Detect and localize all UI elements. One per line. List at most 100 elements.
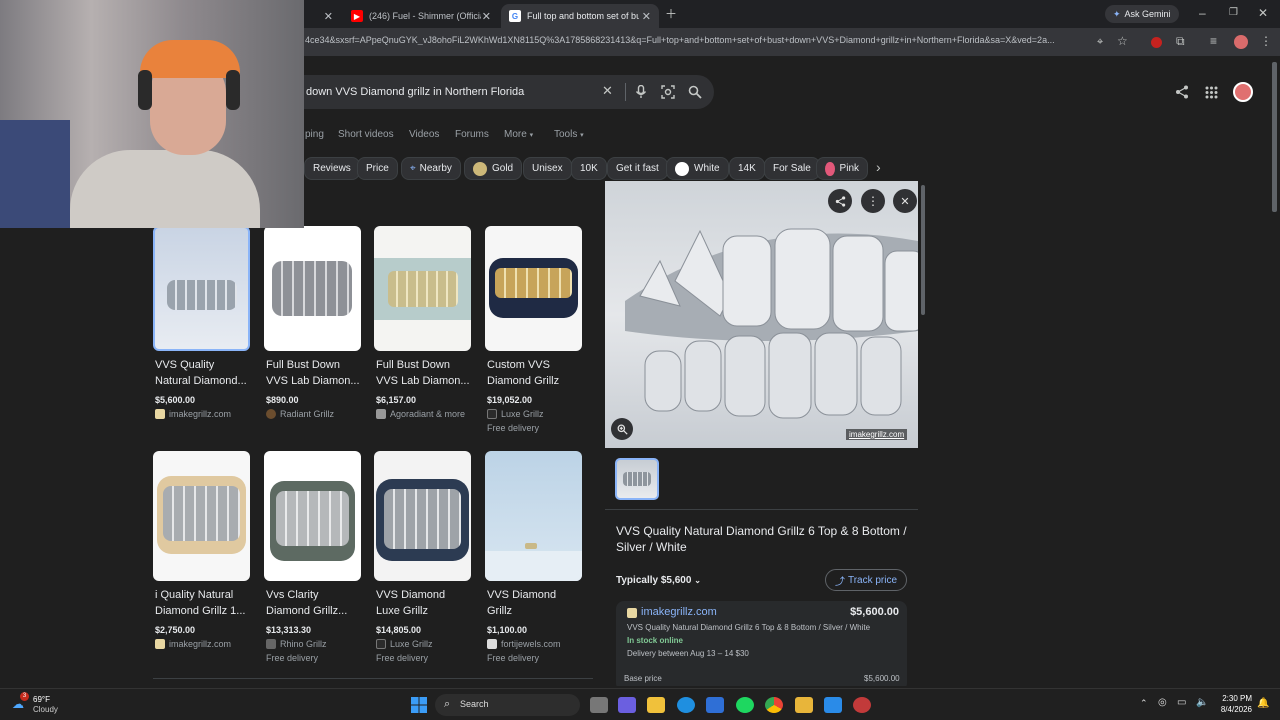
chip-pink[interactable]: Pink [816,157,868,180]
product-card[interactable]: Custom VVS Diamond Grillz $19,052.00 Lux… [485,226,583,433]
teams-icon[interactable] [618,697,636,713]
chip-10k[interactable]: 10K [571,157,607,180]
product-title[interactable]: Natural Diamond... [153,373,251,389]
search-icon[interactable] [688,85,702,99]
tray-app-icon[interactable]: ◎ [1158,697,1167,708]
apps-grid-icon[interactable] [1205,86,1218,99]
clock-time[interactable]: 2:30 PM [1218,694,1252,703]
search-box[interactable]: down VVS Diamond grillz in Northern Flor… [300,75,714,109]
volume-icon[interactable]: 🔈 [1196,697,1208,708]
product-image[interactable] [153,451,250,581]
product-card[interactable]: Vvs Clarity Diamond Grillz... $13,313.30… [264,451,362,663]
file-explorer-icon[interactable] [647,697,665,713]
app-icon[interactable] [795,697,813,713]
extensions-puzzle-icon[interactable]: ⧉ [1176,35,1185,47]
product-title[interactable]: Diamond Grillz... [264,603,362,619]
tab-forums[interactable]: Forums [455,129,489,140]
product-image[interactable] [374,226,471,351]
zoom-button[interactable] [611,418,633,440]
browser-tab-active[interactable]: G Full top and bottom set of bust ✕ [501,4,659,28]
ask-gemini-button[interactable]: ✦ Ask Gemini [1105,5,1179,23]
product-title[interactable]: VVS Quality [153,357,251,373]
product-title[interactable]: VVS Diamond [485,587,583,603]
restore-icon[interactable]: ❐ [1229,7,1238,19]
tab-videos[interactable]: Videos [409,129,439,140]
chip-price[interactable]: Price [357,157,398,180]
browser-menu-icon[interactable]: ⋮ [1260,35,1272,47]
product-title[interactable]: Full Bust Down [264,357,362,373]
product-card[interactable]: i Quality Natural Diamond Grillz 1... $2… [153,451,251,649]
extension-icon[interactable] [1151,37,1162,48]
image-share-button[interactable] [828,189,852,213]
clear-search-icon[interactable]: ✕ [602,84,613,97]
product-title[interactable]: Diamond Grillz 1... [153,603,251,619]
product-card[interactable]: VVS Diamond Luxe Grillz $14,805.00 Luxe … [374,451,472,663]
product-title[interactable]: VVS Lab Diamon... [374,373,472,389]
minimize-icon[interactable]: – [1199,7,1206,19]
weather-temp[interactable]: 69°F [33,695,50,704]
notification-bell-icon[interactable]: 🔔 [1257,698,1269,709]
product-title[interactable]: i Quality Natural [153,587,251,603]
chip-white[interactable]: White [666,157,729,180]
task-view-icon[interactable] [590,697,608,713]
product-title[interactable]: VVS Lab Diamon... [264,373,362,389]
offer-store-link[interactable]: imakegrillz.com [641,606,717,618]
window-close-icon[interactable]: ✕ [1258,7,1268,19]
url-field[interactable]: 4ce34&sxsrf=APpeQnuGYK_vJ8ohoFiL2WKhWd1X… [305,35,1090,45]
tab-short-videos[interactable]: Short videos [338,129,394,140]
product-card[interactable]: VVS Diamond Grillz $1,100.00 fortijewels… [485,451,583,663]
search-query[interactable]: down VVS Diamond grillz in Northern Flor… [306,86,524,98]
store-icon[interactable] [706,697,724,713]
product-card[interactable]: Full Bust Down VVS Lab Diamon... $6,157.… [374,226,472,419]
typical-price-dropdown[interactable]: Typically $5,600 ⌄ [616,575,701,586]
close-tab-icon[interactable]: ✕ [642,10,651,23]
edge-icon[interactable] [677,697,695,713]
chip-get-it-fast[interactable]: Get it fast [607,157,668,180]
tray-chevron-up-icon[interactable]: ⌃ [1140,698,1148,709]
location-icon[interactable]: ⌖ [1097,36,1103,48]
browser-tab[interactable]: ▶ (246) Fuel - Shimmer (Official H ✕ [343,4,499,28]
more-options-button[interactable]: ⋮ [861,189,885,213]
product-title[interactable]: Vvs Clarity [264,587,362,603]
chevron-right-icon[interactable]: › [876,160,881,174]
browser-tab[interactable]: ✕ [305,4,341,28]
chip-gold[interactable]: Gold [464,157,523,180]
app-icon[interactable] [853,697,871,713]
image-source-link[interactable]: imakegrillz.com [846,429,908,440]
panel-scrollbar[interactable] [921,185,925,315]
share-icon[interactable] [1175,85,1189,99]
product-title[interactable]: VVS Diamond [374,587,472,603]
network-icon[interactable]: ▭ [1177,697,1186,708]
chip-for-sale[interactable]: For Sale [764,157,820,180]
product-image[interactable] [485,226,582,351]
tab-tools[interactable]: Tools ▾ [554,129,584,140]
account-avatar[interactable] [1233,82,1253,102]
close-tab-icon[interactable]: ✕ [482,10,491,23]
profile-avatar[interactable] [1234,35,1248,49]
close-tab-icon[interactable]: ✕ [324,10,333,23]
thumbnail-selected[interactable] [615,458,659,500]
product-card[interactable]: VVS Quality Natural Diamond... $5,600.00… [153,226,251,419]
chip-reviews[interactable]: Reviews [304,157,360,180]
track-price-button[interactable]: ⤴ Track price [825,569,907,591]
tab-shopping[interactable]: ping [305,129,324,140]
product-main-image[interactable] [605,181,918,448]
tab-more[interactable]: More ▾ [504,129,533,140]
page-scrollbar[interactable] [1272,62,1277,212]
chrome-icon[interactable] [765,697,783,713]
media-controls-icon[interactable]: ≡ [1210,35,1217,47]
product-image[interactable] [264,451,361,581]
product-card[interactable]: Full Bust Down VVS Lab Diamon... $890.00… [264,226,362,419]
lens-search-icon[interactable] [661,85,675,99]
close-panel-button[interactable]: ✕ [893,189,917,213]
windows-start-icon[interactable] [411,697,427,713]
chip-nearby[interactable]: ⌖ Nearby [401,157,461,180]
product-image[interactable] [374,451,471,581]
product-title[interactable]: Diamond Grillz [485,373,583,389]
taskbar-search[interactable]: ⌕ Search [435,694,580,716]
new-tab-icon[interactable]: ＋ [665,8,677,20]
clock-date[interactable]: 8/4/2026 [1213,705,1252,714]
product-image[interactable] [264,226,361,351]
product-title[interactable]: Grillz [485,603,583,619]
bookmark-star-icon[interactable]: ☆ [1117,35,1128,47]
